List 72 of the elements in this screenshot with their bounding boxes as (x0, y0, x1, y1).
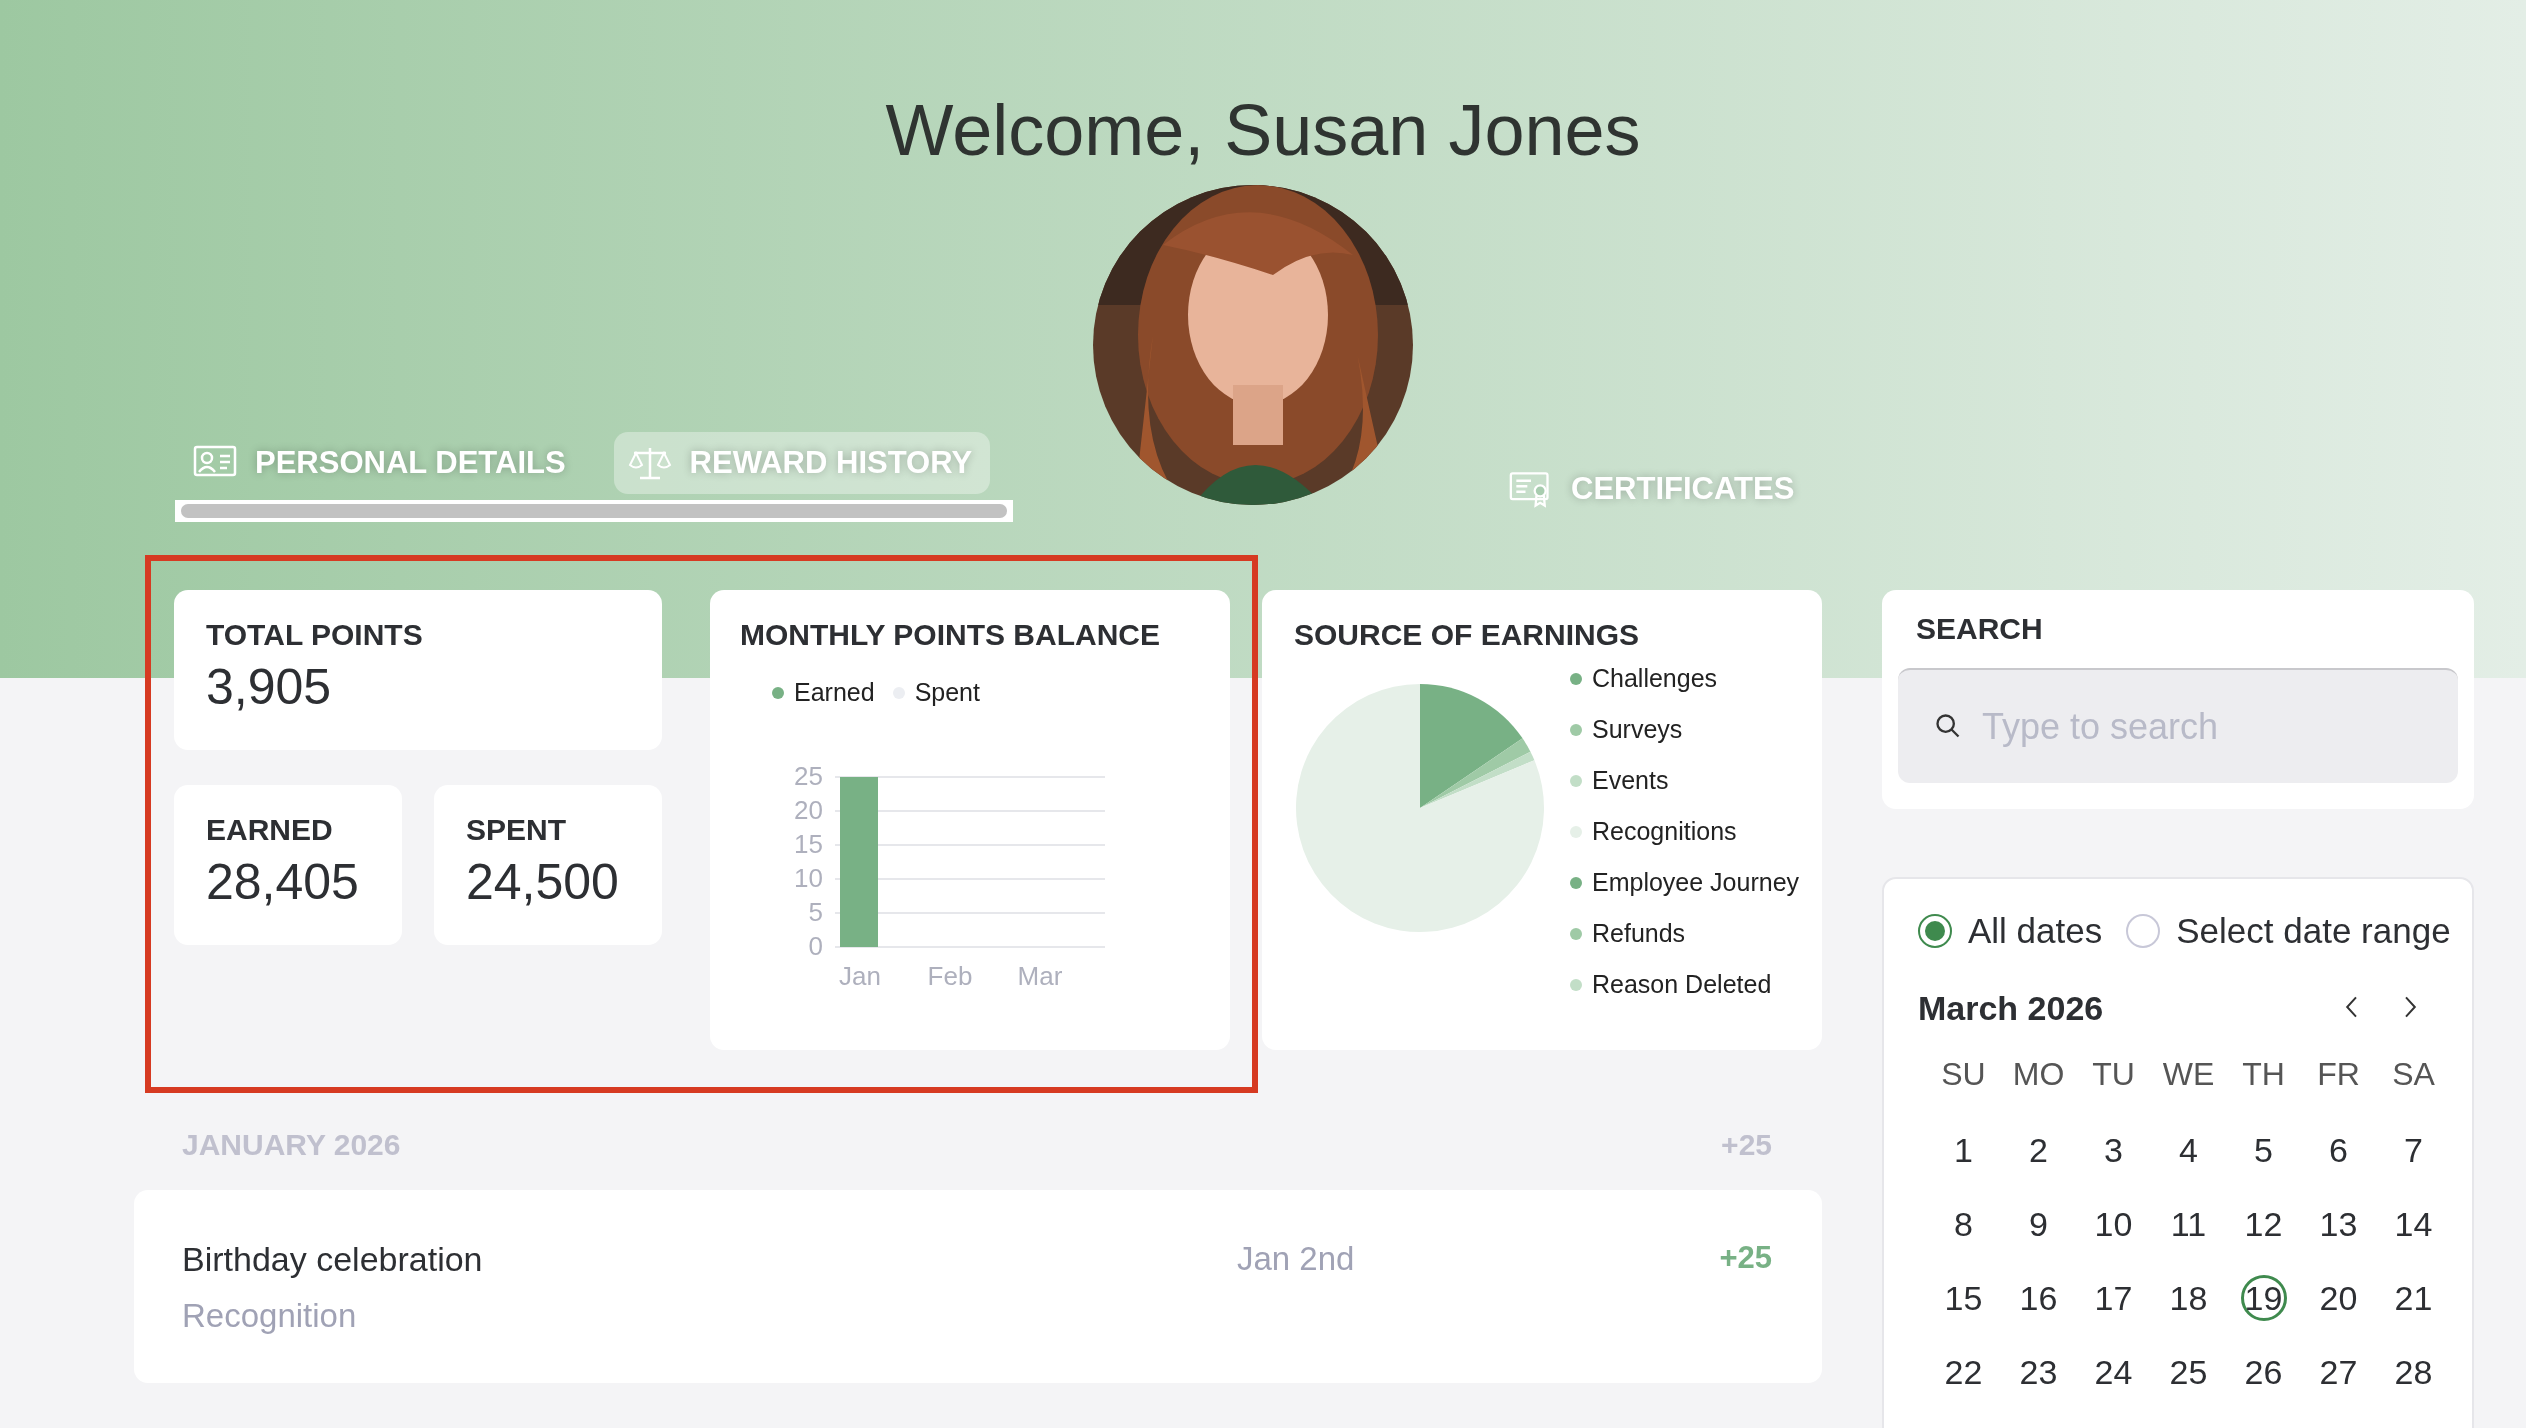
calendar-day[interactable]: 19 (2240, 1275, 2287, 1321)
legend-label: Recognitions (1592, 817, 1737, 846)
month-title: March 2026 (1918, 989, 2104, 1028)
weekday-label: TU (2091, 1056, 2136, 1093)
calendar-day[interactable]: 16 (2015, 1275, 2062, 1321)
axis-label: 25 (794, 761, 823, 791)
calendar-day[interactable]: 10 (2090, 1201, 2137, 1247)
calendar-day[interactable]: 25 (2165, 1349, 2212, 1395)
calendar-day[interactable]: 18 (2165, 1275, 2212, 1321)
calendar-day[interactable]: 11 (2165, 1201, 2212, 1247)
welcome-title: Welcome, Susan Jones (884, 89, 1642, 172)
weekday-label: SA (2391, 1056, 2436, 1093)
calendar-day[interactable]: 14 (2390, 1201, 2437, 1247)
card-title: EARNED (206, 813, 334, 847)
legend-label: Refunds (1592, 919, 1686, 948)
entry-title: Birthday celebration (182, 1240, 484, 1279)
calendar-day[interactable]: 1 (1940, 1127, 1987, 1173)
axis-label: 15 (794, 829, 823, 859)
card-title: SEARCH (1915, 612, 2044, 646)
points-value: 3,905 (206, 658, 333, 716)
points-value: 28,405 (206, 853, 360, 911)
calendar-day[interactable]: 4 (2165, 1127, 2212, 1173)
radio-option[interactable]: Select date range (2126, 911, 2451, 951)
calendar-day[interactable]: 2 (2015, 1127, 2062, 1173)
axis-label: 20 (794, 795, 823, 825)
calendar-day[interactable]: 24 (2090, 1349, 2137, 1395)
entry-category: Recognition (182, 1297, 358, 1335)
calendar-day[interactable]: 13 (2315, 1201, 2362, 1247)
card-title: MONTHLY POINTS BALANCE (740, 618, 1162, 652)
calendar-day[interactable]: 17 (2090, 1275, 2137, 1321)
legend-label: Spent (914, 678, 980, 707)
weekday-label: SU (1940, 1056, 1987, 1093)
history-entry[interactable]: Birthday celebration Recognition Jan 2nd +25 (134, 1190, 1822, 1383)
calendar-day[interactable]: 27 (2315, 1349, 2362, 1395)
weekday-label: WE (2161, 1056, 2216, 1093)
axis-label: 0 (808, 931, 823, 961)
entry-points: +25 (1719, 1240, 1772, 1276)
entry-date: Jan 2nd (1237, 1240, 1356, 1278)
calendar-day[interactable]: 6 (2315, 1127, 2362, 1173)
legend-label: Earned (794, 678, 875, 707)
calendar-day[interactable]: 15 (1940, 1275, 1987, 1321)
card-title: SOURCE OF EARNINGS (1294, 618, 1641, 652)
calendar-day[interactable]: 26 (2240, 1349, 2287, 1395)
calendar-day[interactable]: 21 (2390, 1275, 2437, 1321)
radio-option[interactable]: All dates (1918, 911, 2103, 951)
weekday-label: MO (2011, 1056, 2066, 1093)
card-title: SPENT (466, 813, 568, 847)
axis-label: Feb (927, 961, 973, 991)
calendar-day[interactable]: 28 (2390, 1349, 2437, 1395)
points-value: 24,500 (466, 853, 620, 911)
calendar-day[interactable]: 9 (2015, 1201, 2062, 1247)
legend-label: Employee Journey (1592, 868, 1800, 897)
calendar-day[interactable]: 12 (2240, 1201, 2287, 1247)
calendar-day[interactable]: 23 (2015, 1349, 2062, 1395)
axis-label: Jan (839, 961, 881, 991)
weekday-label: FR (2316, 1056, 2361, 1093)
scrollbar[interactable] (175, 500, 1013, 522)
legend-label: Challenges (1592, 664, 1718, 693)
calendar-day[interactable]: 20 (2315, 1275, 2362, 1321)
axis-label: Mar (1017, 961, 1063, 991)
axis-label: 10 (794, 863, 823, 893)
legend-label: Surveys (1592, 715, 1683, 744)
calendar-day[interactable]: 22 (1940, 1349, 1987, 1395)
calendar-day[interactable]: 3 (2090, 1127, 2137, 1173)
card-title: TOTAL POINTS (206, 618, 424, 652)
calendar-day[interactable]: 5 (2240, 1127, 2287, 1173)
calendar-day[interactable]: 7 (2390, 1127, 2437, 1173)
axis-label: 5 (808, 897, 823, 927)
calendar-day[interactable]: 8 (1940, 1201, 1987, 1247)
legend-label: Reason Deleted (1592, 970, 1772, 999)
weekday-label: TH (2241, 1056, 2286, 1093)
legend-label: Events (1592, 766, 1669, 795)
